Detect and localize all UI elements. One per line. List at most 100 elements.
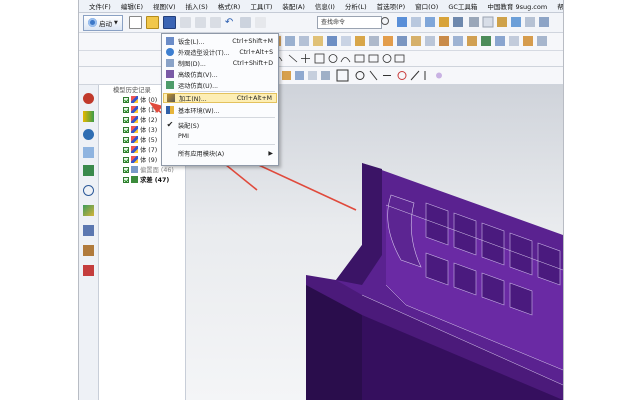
menu-file[interactable]: 文件(F) xyxy=(84,1,116,11)
menu-window[interactable]: 窗口(O) xyxy=(410,1,443,11)
wireframe-view-icon[interactable] xyxy=(411,17,421,27)
checkbox-icon[interactable] xyxy=(123,136,129,143)
roles-icon[interactable] xyxy=(83,225,94,236)
tree-partial-header[interactable]: 模型历史记录 xyxy=(113,85,151,94)
cut-icon[interactable] xyxy=(179,17,191,28)
tree-item[interactable]: 体 (1) xyxy=(123,105,157,114)
checkbox-icon[interactable] xyxy=(123,146,129,153)
menu-tools[interactable]: 工具(T) xyxy=(245,1,277,11)
motion-simulation-icon xyxy=(166,81,174,89)
sheet-metal-icon xyxy=(166,37,174,45)
reuse-library-icon[interactable] xyxy=(83,165,94,176)
menu-info[interactable]: 信息(I) xyxy=(310,1,340,11)
menu-item-sheet-metal[interactable]: 钣金(L)... Ctrl+Shift+M xyxy=(163,36,277,46)
menu-item-manufacturing[interactable]: 加工(N)... Ctrl+Alt+M xyxy=(163,93,277,103)
tree-item-label: 体 (2) xyxy=(140,117,158,124)
save-icon[interactable] xyxy=(162,16,176,29)
menu-help[interactable]: 帮助(H) xyxy=(552,1,563,11)
tree-item[interactable]: 偏置面 (46) xyxy=(123,165,174,174)
menu-item-gateway[interactable]: 基本环境(W)... xyxy=(163,105,277,115)
checkbox-icon[interactable] xyxy=(123,126,129,133)
tree-item-label: 求差 (47) xyxy=(140,177,170,184)
menu-item-pmi[interactable]: PMI xyxy=(163,131,277,141)
command-search-input[interactable]: 查找命令 xyxy=(317,16,382,29)
selection-toolbar: ▼ xyxy=(79,67,563,85)
menu-view[interactable]: 视图(V) xyxy=(148,1,181,11)
body-icon xyxy=(131,156,138,163)
standard-toolbar: 启动 ▼ ↶ 查找命令 xyxy=(79,13,563,33)
start-button[interactable]: 启动 ▼ xyxy=(83,14,123,31)
color-icon[interactable] xyxy=(497,17,507,27)
checkbox-icon[interactable] xyxy=(123,156,129,163)
checkbox-icon[interactable] xyxy=(123,176,129,183)
submenu-arrow-icon: ▶ xyxy=(268,149,273,157)
resource-bar xyxy=(79,85,99,400)
menu-gc-toolkit[interactable]: GC工具箱 xyxy=(443,1,482,11)
menu-assembly[interactable]: 装配(A) xyxy=(277,1,310,11)
checkbox-icon[interactable] xyxy=(123,166,129,173)
checkbox-icon[interactable] xyxy=(123,116,129,123)
menu-edit[interactable]: 编辑(E) xyxy=(116,1,148,11)
tree-item[interactable]: 求差 (47) xyxy=(123,175,169,184)
menu-insert[interactable]: 插入(S) xyxy=(181,1,213,11)
process-studio-icon[interactable] xyxy=(83,205,94,216)
nx-window: 文件(F) 编辑(E) 视图(V) 插入(S) 格式(R) 工具(T) 装配(A… xyxy=(78,0,564,400)
checkbox-icon[interactable] xyxy=(123,96,129,103)
menu-item-label: 制图(D)... xyxy=(178,60,206,68)
palettes-icon[interactable] xyxy=(83,265,94,276)
menu-analysis[interactable]: 分析(L) xyxy=(340,1,372,11)
snap-icons[interactable] xyxy=(269,69,442,82)
watermark-text: 中国教育 9sug.com xyxy=(487,3,548,11)
settings-icon[interactable] xyxy=(539,17,549,27)
repeat-icon[interactable] xyxy=(239,17,251,28)
offset-face-icon xyxy=(131,166,138,173)
body-icon xyxy=(131,146,138,153)
snap-toolbar-icons xyxy=(269,69,442,82)
delete-icon[interactable] xyxy=(254,17,266,28)
new-file-icon[interactable] xyxy=(128,16,142,29)
help-icon[interactable] xyxy=(511,17,521,27)
window-icon[interactable] xyxy=(453,17,463,27)
menu-item-motion-simulation[interactable]: 运动仿真(U)... xyxy=(163,80,277,90)
menu-preferences[interactable]: 首选项(P) xyxy=(372,1,411,11)
layer-icon[interactable] xyxy=(439,17,449,27)
checkbox-icon[interactable] xyxy=(123,106,129,113)
tree-item[interactable]: 体 (9) xyxy=(123,155,157,164)
tree-item[interactable]: 体 (3) xyxy=(123,125,157,134)
table-icon[interactable] xyxy=(482,16,494,28)
tree-item-label: 体 (9) xyxy=(140,157,158,164)
menu-item-all-applications[interactable]: 所有应用模块(A) ▶ xyxy=(163,148,277,158)
start-icon xyxy=(88,18,97,27)
menu-item-shortcut: Ctrl+Alt+S xyxy=(239,48,273,56)
search-icon[interactable] xyxy=(381,17,389,25)
menu-item-assembly[interactable]: ✔ 装配(S) xyxy=(163,120,277,130)
paste-icon[interactable] xyxy=(209,17,221,28)
grid-icon[interactable] xyxy=(469,17,479,27)
menu-item-shape-studio[interactable]: 外观造型设计(T)... Ctrl+Alt+S xyxy=(163,47,277,57)
tree-item[interactable]: 体 (0) xyxy=(123,95,157,104)
tree-item-label: 体 (7) xyxy=(140,147,158,154)
subtract-icon xyxy=(131,176,138,183)
menu-item-advanced-simulation[interactable]: 高级仿真(V)... xyxy=(163,69,277,79)
undo-icon[interactable]: ↶ xyxy=(225,17,236,28)
menu-item-label: 外观造型设计(T)... xyxy=(178,49,230,57)
menu-format[interactable]: 格式(R) xyxy=(213,1,246,11)
tree-item[interactable]: 体 (5) xyxy=(123,135,157,144)
copy-icon[interactable] xyxy=(194,17,206,28)
assembly-navigator-icon[interactable] xyxy=(83,93,94,104)
roles-icon[interactable] xyxy=(525,17,535,27)
history-icon[interactable] xyxy=(83,147,94,158)
web-browser-icon[interactable] xyxy=(83,129,94,140)
open-folder-icon[interactable] xyxy=(145,16,159,29)
shape-studio-icon xyxy=(166,48,174,56)
menu-separator xyxy=(178,117,275,118)
system-materials-icon[interactable] xyxy=(83,245,94,256)
tree-item[interactable]: 体 (2) xyxy=(123,115,157,124)
part-navigator-icon[interactable] xyxy=(83,111,94,122)
shaded-view-icon[interactable] xyxy=(397,17,407,27)
clock-icon[interactable] xyxy=(83,185,94,196)
tree-item-label: 体 (1) xyxy=(140,107,158,114)
tree-item[interactable]: 体 (7) xyxy=(123,145,157,154)
orient-view-icon[interactable] xyxy=(425,17,435,27)
menu-item-drafting[interactable]: 制图(D)... Ctrl+Shift+D xyxy=(163,58,277,68)
